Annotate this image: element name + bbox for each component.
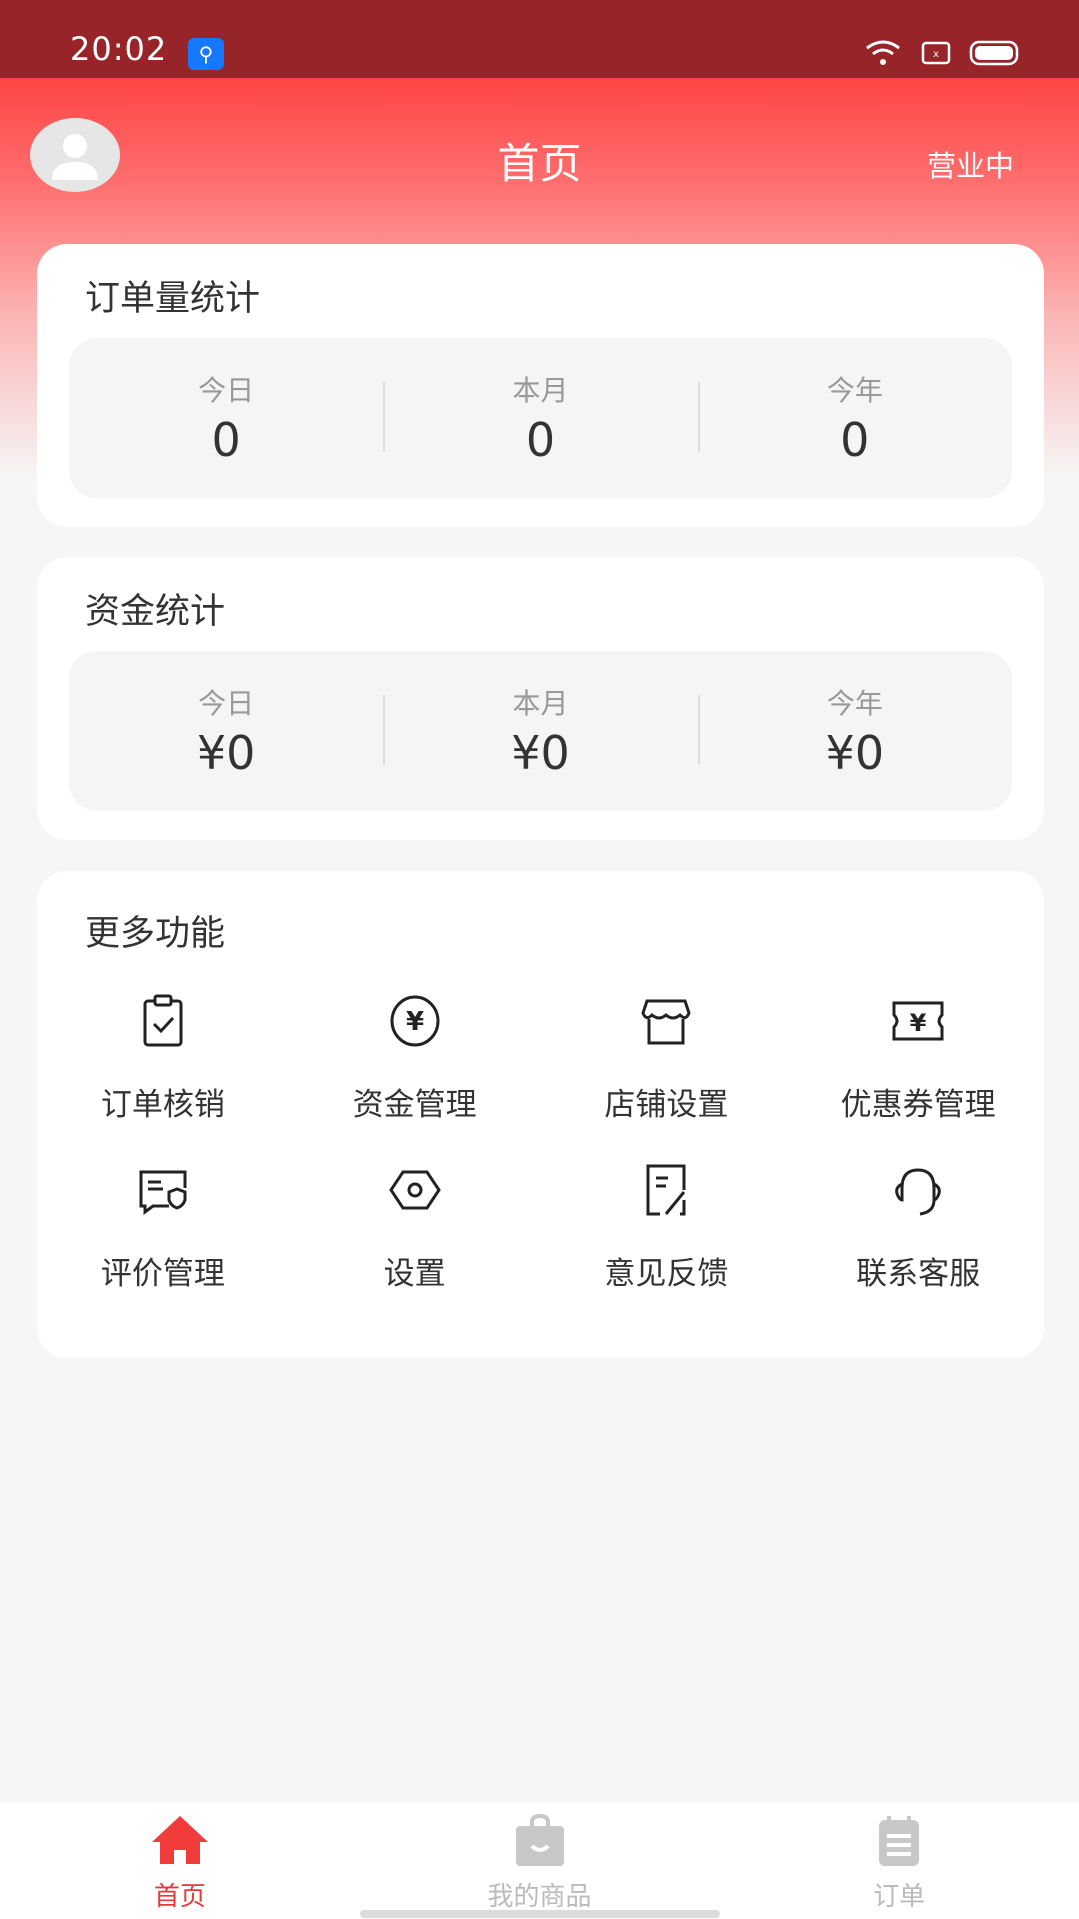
stat-value: ¥0 — [511, 726, 570, 780]
stat-month: 本月 0 — [383, 338, 697, 498]
stat-value: 0 — [525, 413, 556, 467]
function-order-verify[interactable]: 订单核销 — [37, 991, 289, 1124]
card-title: 订单量统计 — [85, 279, 261, 319]
settings-icon — [388, 1170, 441, 1210]
clipboard-check-icon — [143, 994, 183, 1047]
fund-stats-card: 资金统计 今日 ¥0 本月 ¥0 今年 ¥0 — [37, 557, 1044, 840]
stat-year: 今年 ¥0 — [697, 651, 1012, 811]
tab-orders[interactable]: 订单 — [719, 1802, 1079, 1919]
home-indicator[interactable] — [360, 1910, 720, 1918]
tab-label: 我的商品 — [487, 1882, 592, 1912]
stat-label: 今年 — [826, 687, 883, 720]
function-review-management[interactable]: 评价管理 — [37, 1160, 289, 1293]
review-icon — [139, 1170, 187, 1215]
order-stats-box: 今日 0 本月 0 今年 0 — [69, 338, 1012, 498]
wifi-icon — [866, 40, 900, 65]
fund-stats-box: 今日 ¥0 本月 ¥0 今年 ¥0 — [69, 651, 1012, 811]
order-list-icon — [879, 1816, 920, 1866]
stat-today: 今日 ¥0 — [69, 651, 383, 811]
function-contact-service[interactable]: 联系客服 — [792, 1160, 1044, 1293]
function-label: 资金管理 — [352, 1087, 477, 1123]
shopping-bag-icon — [515, 1813, 564, 1866]
function-label: 联系客服 — [856, 1256, 981, 1292]
stat-today: 今日 0 — [69, 338, 383, 498]
stat-month: 本月 ¥0 — [383, 651, 697, 811]
function-label: 意见反馈 — [604, 1256, 729, 1292]
yen-coin-icon: ¥ — [390, 995, 440, 1047]
function-label: 优惠券管理 — [840, 1087, 996, 1123]
stat-value: ¥0 — [196, 726, 256, 780]
stat-label: 今日 — [198, 374, 255, 407]
stat-value: ¥0 — [825, 726, 885, 780]
home-icon — [151, 1816, 208, 1864]
function-fund-management[interactable]: ¥ 资金管理 — [289, 991, 541, 1124]
coupon-icon: ¥ — [892, 1001, 944, 1041]
svg-text:x: x — [933, 49, 939, 60]
tab-label: 首页 — [153, 1882, 206, 1912]
function-store-settings[interactable]: 店铺设置 — [541, 991, 793, 1124]
bottom-tab-bar: 首页 我的商品 订单 — [0, 1802, 1079, 1919]
card-title: 更多功能 — [85, 914, 226, 954]
stat-label: 本月 — [512, 687, 569, 720]
function-label: 评价管理 — [100, 1256, 225, 1292]
more-functions-card: 更多功能 订单核销 ¥ 资金管理 店铺设置 ¥ 优惠券管理 评价管理 设置 意见… — [37, 871, 1044, 1358]
function-coupon-management[interactable]: ¥ 优惠券管理 — [792, 991, 1044, 1124]
feedback-icon — [646, 1164, 686, 1216]
status-bar: 20:02 ⚲ x — [0, 0, 1079, 78]
battery-icon — [969, 40, 1019, 66]
svg-text:¥: ¥ — [910, 1009, 927, 1037]
stat-label: 今年 — [826, 374, 883, 407]
stat-label: 今日 — [198, 687, 255, 720]
headset-icon — [895, 1168, 941, 1216]
tab-label: 订单 — [873, 1882, 926, 1912]
stat-year: 今年 0 — [697, 338, 1012, 498]
function-settings[interactable]: 设置 — [289, 1160, 541, 1293]
page-title: 首页 — [497, 139, 582, 188]
function-label: 店铺设置 — [604, 1087, 729, 1123]
usb-icon: ⚲ — [188, 38, 224, 70]
function-feedback[interactable]: 意见反馈 — [541, 1160, 793, 1293]
function-label: 订单核销 — [100, 1087, 225, 1123]
sim-icon: x — [921, 41, 951, 65]
svg-text:¥: ¥ — [406, 1007, 424, 1037]
function-label: 设置 — [383, 1256, 446, 1292]
store-icon — [641, 999, 691, 1045]
tab-home[interactable]: 首页 — [0, 1802, 360, 1919]
card-title: 资金统计 — [85, 592, 226, 632]
store-status-toggle[interactable]: 营业中 — [927, 143, 1014, 185]
stat-value: 0 — [211, 413, 241, 467]
stat-value: 0 — [840, 413, 870, 467]
stat-label: 本月 — [512, 374, 569, 407]
clock: 20:02 — [70, 30, 168, 68]
tab-my-products[interactable]: 我的商品 — [360, 1802, 720, 1919]
order-stats-card: 订单量统计 今日 0 本月 0 今年 0 — [37, 244, 1044, 527]
